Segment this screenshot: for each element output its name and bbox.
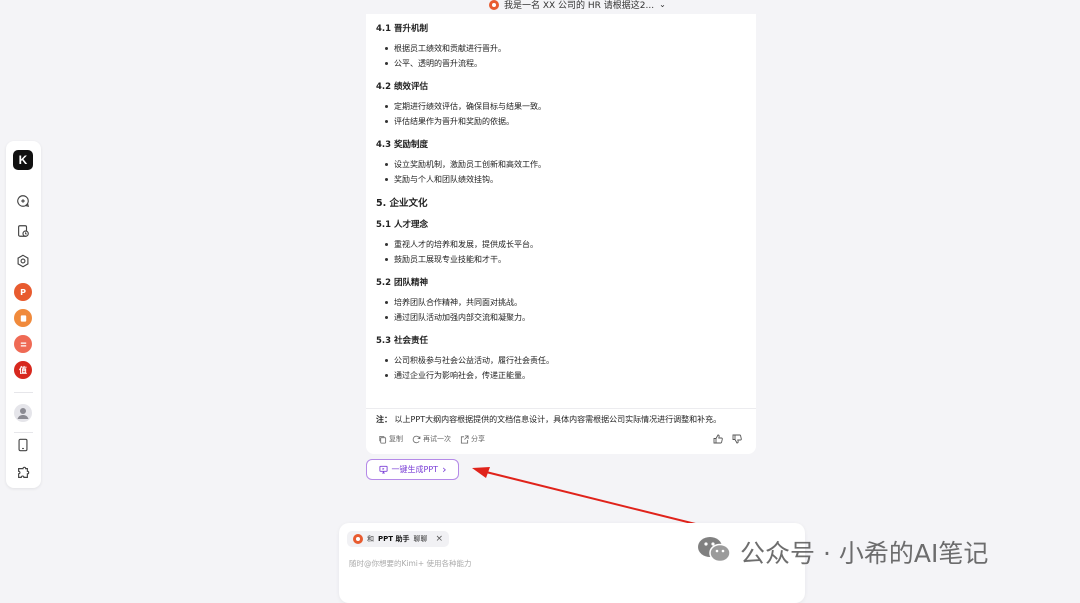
history-icon[interactable] [13,221,33,241]
sidebar-divider [14,392,33,393]
list-item: 重视人才的培养和发展，提供成长平台。 [385,238,751,253]
ppt-assistant-icon [489,0,499,10]
chat-input[interactable]: 随时@你想要的Kimi+ 使用各种能力 [349,558,472,569]
user-avatar[interactable] [13,403,33,423]
sidebar-app-zhi[interactable]: 值 [13,360,33,380]
kimi-logo[interactable]: K [13,150,33,170]
conversation-title[interactable]: 我是一名 XX 公司的 HR 请根据这2... ⌄ [489,0,666,11]
list-item: 公平、透明的晋升流程。 [385,57,751,72]
thumbs-up-icon[interactable] [713,434,723,444]
new-chat-icon[interactable] [13,191,33,211]
list-item: 培养团队合作精神，共同面对挑战。 [385,296,751,311]
chapter-heading: 5. 企业文化 [376,198,428,209]
note-label: 注： [376,415,392,424]
chip-prefix: 和 [367,535,374,543]
feedback-buttons [713,434,742,444]
wechat-watermark: 公众号 · 小希的AI笔记 [696,534,988,570]
bullet-list: 定期进行绩效评估，确保目标与结果一致。 评估结果作为晋升和奖励的依据。 [376,100,751,130]
plugin-icon[interactable] [13,463,33,483]
list-item: 通过企业行为影响社会，传递正能量。 [385,369,751,384]
section-heading: 4.3 奖励制度 [376,140,429,150]
list-item: 通过团队活动加强内部交流和凝聚力。 [385,311,751,326]
list-item: 评估结果作为晋升和奖励的依据。 [385,115,751,130]
generate-ppt-button[interactable]: 一键生成PPT › [366,459,459,480]
sidebar-app-orange[interactable] [13,308,33,328]
note-text: 以上PPT大纲内容根据提供的文档信息设计，具体内容需根据公司实际情况进行调整和补… [394,415,722,424]
copy-label: 复制 [389,435,403,443]
share-icon [460,434,469,444]
section-heading: 4.1 晋升机制 [376,24,429,34]
assistant-message: 4.1 晋升机制 根据员工绩效和贡献进行晋升。 公平、透明的晋升流程。 4.2 … [366,14,756,454]
section-heading: 5.2 团队精神 [376,278,429,288]
phone-icon[interactable] [13,435,33,455]
list-item: 根据员工绩效和贡献进行晋升。 [385,42,751,57]
chevron-right-icon: › [442,462,447,476]
bullet-list: 培养团队合作精神，共同面对挑战。 通过团队活动加强内部交流和凝聚力。 [376,296,751,326]
retry-button[interactable]: 再试一次 [412,434,451,444]
copy-button[interactable]: 复制 [378,434,403,444]
orange-app-icon [14,309,32,327]
list-item: 定期进行绩效评估，确保目标与结果一致。 [385,100,751,115]
top-bar: 我是一名 XX 公司的 HR 请根据这2... ⌄ [0,0,1080,14]
chip-assistant-name: PPT 助手 [378,535,410,543]
sidebar-app-coral[interactable] [13,334,33,354]
list-item: 公司积极参与社会公益活动，履行社会责任。 [385,354,751,369]
chevron-down-icon[interactable]: ⌄ [659,0,666,9]
thumbs-down-icon[interactable] [732,434,742,444]
assistant-chip[interactable]: 和 PPT 助手 聊聊 × [347,531,450,547]
ppt-app-icon: P [14,283,32,301]
chip-suffix: 聊聊 [413,535,428,543]
zhi-app-icon: 值 [14,361,32,379]
close-icon[interactable]: × [435,534,443,544]
bullet-list: 设立奖励机制，激励员工创新和高效工作。 奖励与个人和团队绩效挂钩。 [376,158,751,188]
divider [366,408,756,409]
list-item: 奖励与个人和团队绩效挂钩。 [385,173,751,188]
sidebar-divider [14,432,33,433]
bullet-list: 重视人才的培养和发展，提供成长平台。 鼓励员工展现专业技能和才干。 [376,238,751,268]
presentation-icon [378,465,388,474]
message-content: 4.1 晋升机制 根据员工绩效和贡献进行晋升。 公平、透明的晋升流程。 4.2 … [376,22,751,384]
wechat-icon [696,534,732,570]
retry-label: 再试一次 [423,435,451,443]
sidebar-app-ppt[interactable]: P [13,282,33,302]
coral-app-icon [14,335,32,353]
copy-icon [379,435,387,444]
share-label: 分享 [471,435,485,443]
section-heading: 5.3 社会责任 [376,336,429,346]
sidebar: K P 值 [6,141,41,488]
share-button[interactable]: 分享 [460,434,485,444]
section-heading: 4.2 绩效评估 [376,82,429,92]
note: 注： 以上PPT大纲内容根据提供的文档信息设计，具体内容需根据公司实际情况进行调… [376,414,721,425]
refresh-icon [412,435,421,443]
watermark-text: 公众号 · 小希的AI笔记 [740,539,989,568]
list-item: 设立奖励机制，激励员工创新和高效工作。 [385,158,751,173]
conversation-title-text: 我是一名 XX 公司的 HR 请根据这2... [504,1,655,11]
bullet-list: 根据员工绩效和贡献进行晋升。 公平、透明的晋升流程。 [376,42,751,72]
bullet-list: 公司积极参与社会公益活动，履行社会责任。 通过企业行为影响社会，传递正能量。 [376,354,751,384]
settings-icon[interactable] [13,251,33,271]
section-heading: 5.1 人才理念 [376,220,429,230]
ppt-assistant-icon [353,534,363,544]
message-actions: 复制 再试一次 分享 [378,434,485,444]
generate-ppt-label: 一键生成PPT [391,465,439,474]
list-item: 鼓励员工展现专业技能和才干。 [385,253,751,268]
